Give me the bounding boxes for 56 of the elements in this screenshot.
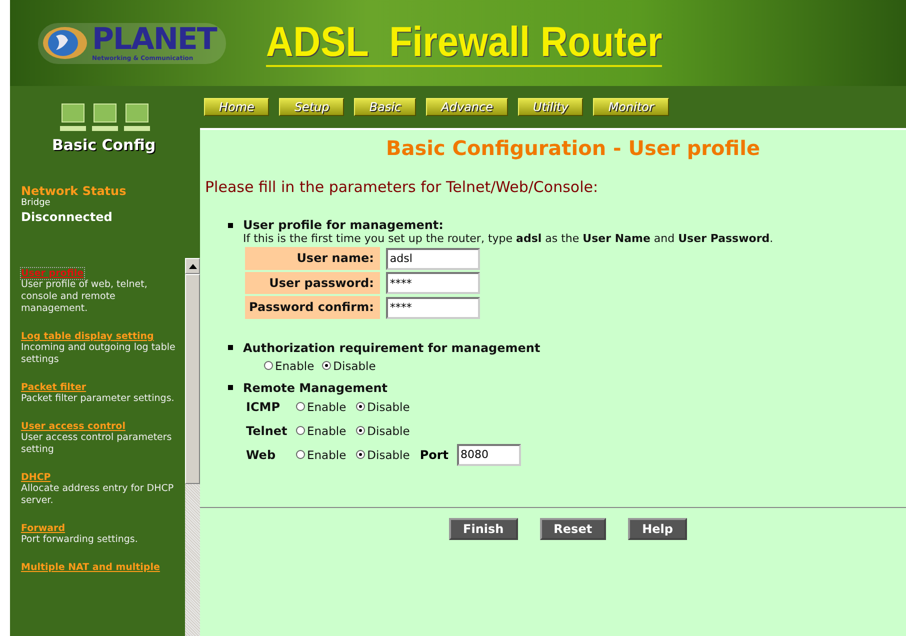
radio-button[interactable] xyxy=(356,450,366,459)
protocol-label: ICMP xyxy=(246,400,282,414)
sidebar-heading: Basic Config xyxy=(52,136,156,154)
port-field[interactable]: 8080 xyxy=(456,444,521,466)
bullet-icon xyxy=(228,385,233,390)
section-heading: Authorization requirement for management xyxy=(243,340,540,354)
radio-button[interactable] xyxy=(296,450,305,459)
protocol-label: Web xyxy=(246,448,277,462)
action-button[interactable]: Reset xyxy=(540,518,606,540)
bullet-icon xyxy=(228,345,233,350)
field-label: User password: xyxy=(245,272,380,294)
radio-button[interactable] xyxy=(322,361,332,370)
scroll-thumb[interactable] xyxy=(185,274,200,484)
radio-button[interactable] xyxy=(356,402,366,411)
radio-option[interactable]: Enable xyxy=(296,448,346,462)
input-field[interactable]: adsl xyxy=(386,248,480,270)
banner-title: ADSL Firewall Router xyxy=(266,19,663,67)
radio-option[interactable]: Enable xyxy=(296,424,346,438)
radio-option[interactable]: Disable xyxy=(356,424,410,438)
field-label: Password confirm: xyxy=(245,296,380,318)
sidebar-description: Packet filter parameter settings. xyxy=(21,393,176,405)
sidebar-description: User access control parameters setting xyxy=(21,432,173,456)
section-heading: Remote Management xyxy=(243,380,388,394)
sidebar-description: Allocate address entry for DHCP server. xyxy=(21,483,175,507)
input-field[interactable]: **** xyxy=(386,296,480,318)
status-value: Disconnected xyxy=(21,210,112,224)
status-mode: Bridge xyxy=(21,198,50,208)
radio-option[interactable]: Disable xyxy=(356,448,410,462)
radio-option[interactable]: Disable xyxy=(322,358,376,372)
page-title: Basic Configuration - User profile xyxy=(384,136,762,160)
radio-option[interactable]: Enable xyxy=(264,358,314,372)
sidebar-description: User profile of web, telnet, console and remote management. xyxy=(21,279,148,315)
sidebar-description: Incoming and outgoing log table settings xyxy=(21,342,176,366)
protocol-label: Telnet xyxy=(246,424,286,438)
logo-name: PLANET xyxy=(92,24,216,54)
up-arrow-icon[interactable] xyxy=(188,263,196,269)
status-title: Network Status xyxy=(21,184,126,198)
radio-button[interactable] xyxy=(296,402,305,411)
section-heading: User profile for management: xyxy=(243,218,444,232)
computers-icon xyxy=(60,102,150,132)
scrollbar[interactable] xyxy=(185,258,200,636)
sidebar-description: Port forwarding settings. xyxy=(21,534,139,546)
action-button[interactable]: Help xyxy=(628,518,687,540)
intro-text: Please fill in the parameters for Telnet/Web/Console: xyxy=(205,178,600,196)
bullet-icon xyxy=(228,222,233,228)
radio-option[interactable]: Enable xyxy=(296,400,346,414)
hint-text: If this is the first time you set up the router, type adsl as the User Name and User Password. xyxy=(243,232,774,245)
radio-button[interactable] xyxy=(296,426,305,435)
globe-icon xyxy=(42,26,88,60)
action-button[interactable]: Finish xyxy=(449,518,518,540)
radio-button[interactable] xyxy=(264,361,273,370)
port-label: Port xyxy=(420,448,449,462)
input-field[interactable]: **** xyxy=(386,272,480,294)
radio-option[interactable]: Disable xyxy=(356,400,410,414)
radio-button[interactable] xyxy=(356,426,366,435)
field-label: User name: xyxy=(245,247,380,270)
